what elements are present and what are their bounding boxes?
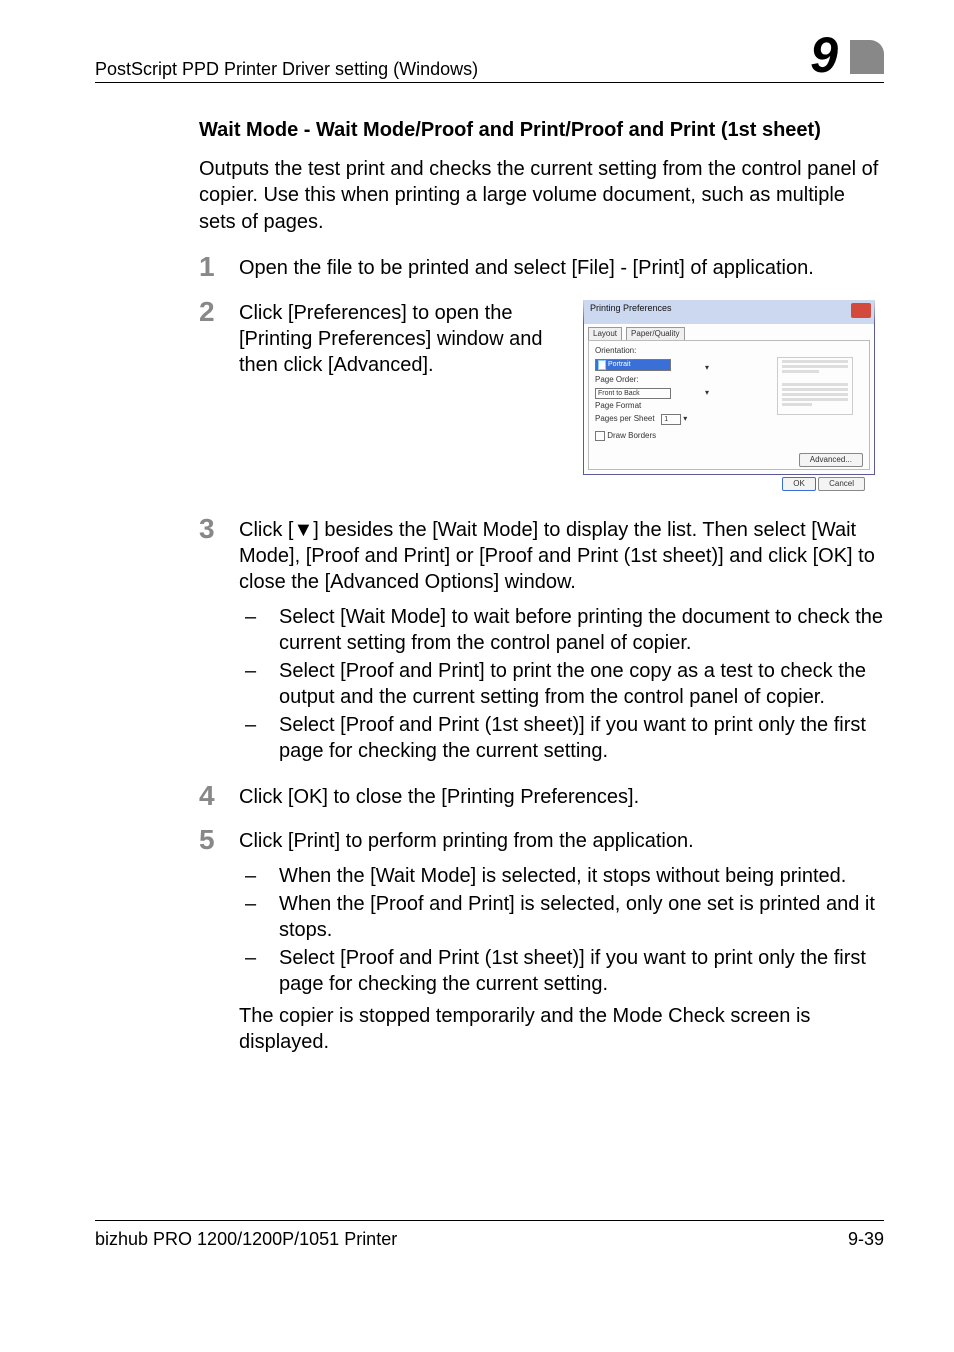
step-text: Click [▼] besides the [Wait Mode] to dis… [239,517,884,596]
step-number: 3 [199,515,239,543]
step-text: Click [OK] to close the [Printing Prefer… [239,784,884,810]
close-icon[interactable] [851,303,871,318]
step-text: Click [Preferences] to open the [Printin… [239,300,569,379]
section-intro: Outputs the test print and checks the cu… [199,156,884,235]
layout-preview [777,357,853,415]
list-item: –When the [Wait Mode] is selected, it st… [239,863,884,889]
chevron-down-icon[interactable]: ▾ [705,388,709,397]
chevron-down-icon[interactable]: ▾ [705,363,709,372]
page-order-select[interactable]: Front to Back [595,388,671,399]
chevron-down-icon[interactable]: ▾ [683,414,687,423]
list-item: –Select [Wait Mode] to wait before print… [239,604,884,656]
chapter-marker: 9 [810,30,884,80]
printing-preferences-dialog: Printing Preferences Layout Paper/Qualit… [583,300,875,475]
tab-paper-quality[interactable]: Paper/Quality [626,327,684,341]
list-item: –When the [Proof and Print] is selected,… [239,891,884,943]
footer-left: bizhub PRO 1200/1200P/1051 Printer [95,1229,397,1250]
tab-layout[interactable]: Layout [588,327,622,341]
footer-right: 9-39 [848,1229,884,1250]
step-trailing-text: The copier is stopped temporarily and th… [239,1003,884,1056]
step-number: 5 [199,826,239,854]
step-number: 2 [199,298,239,326]
orientation-value: Portrait [608,360,631,369]
list-item: –Select [Proof and Print] to print the o… [239,658,884,710]
list-item: –Select [Proof and Print (1st sheet)] if… [239,945,884,997]
step-4: 4 Click [OK] to close the [Printing Pref… [199,784,884,810]
tab-strip: Layout Paper/Quality [584,324,874,341]
step-2: 2 Click [Preferences] to open the [Print… [199,300,884,475]
advanced-button[interactable]: Advanced... [799,453,863,468]
section-title: Wait Mode - Wait Mode/Proof and Print/Pr… [199,119,884,142]
draw-borders-label: Draw Borders [607,431,656,440]
step-5: 5 Click [Print] to perform printing from… [199,828,884,1055]
sub-text: Select [Wait Mode] to wait before printi… [279,604,884,656]
sub-text: When the [Wait Mode] is selected, it sto… [279,863,846,889]
orientation-label: Orientation: [595,346,865,357]
page-header: PostScript PPD Printer Driver setting (W… [95,30,884,83]
step-1: 1 Open the file to be printed and select… [199,255,884,281]
chapter-decor [850,40,884,74]
dialog-title: Printing Preferences [590,303,672,315]
sub-text: Select [Proof and Print (1st sheet)] if … [279,945,884,997]
list-item: –Select [Proof and Print (1st sheet)] if… [239,712,884,764]
chapter-number: 9 [810,30,838,80]
step-text: Open the file to be printed and select [… [239,255,884,281]
pages-per-sheet-select[interactable]: 1 [661,414,681,425]
step-number: 4 [199,782,239,810]
step-number: 1 [199,253,239,281]
ok-button[interactable]: OK [782,477,816,492]
page-footer: bizhub PRO 1200/1200P/1051 Printer 9-39 [95,1220,884,1250]
portrait-icon [598,360,606,370]
header-title: PostScript PPD Printer Driver setting (W… [95,59,478,80]
sub-text: Select [Proof and Print] to print the on… [279,658,884,710]
step-text: Click [Print] to perform printing from t… [239,828,884,854]
sub-text: When the [Proof and Print] is selected, … [279,891,884,943]
cancel-button[interactable]: Cancel [818,477,865,492]
sub-text: Select [Proof and Print (1st sheet)] if … [279,712,884,764]
orientation-select[interactable]: Portrait [595,359,671,371]
step-3: 3 Click [▼] besides the [Wait Mode] to d… [199,517,884,766]
draw-borders-checkbox[interactable]: Draw Borders [595,431,865,442]
pages-per-sheet-label: Pages per Sheet [595,414,655,423]
